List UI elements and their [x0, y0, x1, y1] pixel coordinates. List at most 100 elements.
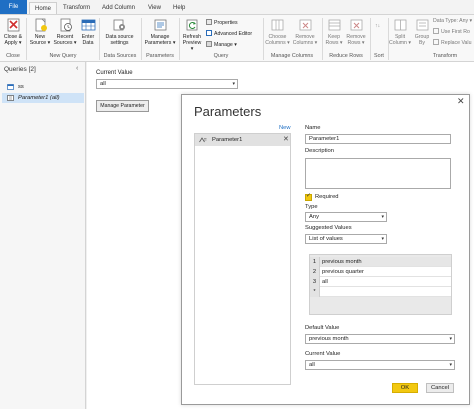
current-value-select[interactable]: all ▾	[96, 79, 238, 89]
parameter-list	[194, 133, 291, 385]
advanced-editor-icon	[206, 30, 212, 36]
group-by-button[interactable]: Group By	[413, 18, 431, 46]
sort-ascending-icon[interactable]: ↑↓	[375, 23, 380, 29]
current-value-label-dialog: Current Value	[305, 351, 341, 357]
choose-columns-icon	[270, 18, 285, 32]
group-by-icon	[415, 18, 430, 32]
type-select[interactable]: Any ▾	[305, 212, 387, 222]
enter-data-button[interactable]: Enter Data	[79, 18, 97, 46]
properties-icon	[206, 19, 212, 25]
new-source-icon	[33, 18, 48, 32]
split-column-button[interactable]: Split Column ▾	[389, 18, 411, 46]
refresh-icon	[185, 18, 200, 32]
tab-add-column[interactable]: Add Column	[97, 2, 140, 14]
close-icon[interactable]: ✕	[457, 96, 465, 107]
chevron-down-icon: ▾	[381, 214, 384, 220]
remove-rows-button[interactable]: Remove Rows ▾	[345, 18, 367, 46]
name-field[interactable]: Parameter1	[305, 134, 451, 144]
group-transform-label: Transform	[432, 53, 458, 59]
table-icon	[7, 84, 14, 90]
parameter-list-item[interactable]: Parameter1	[195, 134, 290, 146]
tab-home[interactable]: Home	[29, 2, 58, 14]
new-parameter-link[interactable]: New	[279, 125, 291, 131]
ribbon-separator	[26, 18, 27, 60]
recent-sources-button[interactable]: Recent Sources ▾	[53, 18, 77, 46]
advanced-editor-button[interactable]: Advanced Editor	[206, 30, 252, 37]
chevron-down-icon: ▾	[232, 81, 235, 87]
choose-columns-button[interactable]: Choose Columns ▾	[265, 18, 290, 46]
queries-pane: Queries [2] ‹ ss Parameter1 (all)	[0, 62, 86, 409]
tab-file[interactable]: File	[0, 0, 27, 14]
parameters-icon	[153, 18, 168, 32]
remove-columns-icon	[298, 18, 313, 32]
table-icon	[81, 18, 96, 32]
chevron-down-icon: ▾	[449, 362, 452, 368]
manage-parameters-button[interactable]: Manage Parameters ▾	[143, 18, 177, 46]
ok-button[interactable]: OK	[392, 383, 418, 393]
manage-icon	[206, 41, 212, 47]
group-query-label: Query	[213, 53, 229, 59]
cancel-button[interactable]: Cancel	[426, 383, 454, 393]
collapse-chevron-icon[interactable]: ‹	[76, 65, 78, 72]
data-source-settings-button[interactable]: Data source settings	[102, 18, 137, 46]
required-label: Required	[315, 194, 339, 200]
queries-header: Queries [2]	[4, 66, 36, 73]
tab-help[interactable]: Help	[168, 2, 190, 14]
remove-rows-icon	[349, 18, 364, 32]
ribbon-tab-bar: File Home Transform Add Column View Help	[0, 0, 474, 14]
split-column-icon	[393, 18, 408, 32]
description-label: Description	[305, 148, 334, 154]
manage-button[interactable]: Manage ▾	[206, 41, 237, 48]
name-label: Name	[305, 125, 321, 131]
group-sort-label: Sort	[374, 53, 384, 59]
use-first-row-icon	[433, 28, 439, 34]
group-data-sources-label: Data Sources	[103, 53, 137, 59]
properties-button[interactable]: Properties	[206, 19, 238, 26]
current-value-select-dialog[interactable]: all ▾	[305, 360, 455, 370]
new-source-button[interactable]: New Source ▾	[29, 18, 51, 46]
table-row[interactable]: 1 previous month	[310, 257, 451, 267]
current-value-label: Current Value	[96, 70, 133, 76]
group-manage-columns-label: Manage Columns	[270, 53, 314, 59]
manage-parameter-button[interactable]: Manage Parameter	[96, 100, 149, 112]
ribbon: Close & Apply ▾ Close New Source ▾ Recen…	[0, 14, 474, 62]
group-parameters-label: Parameters	[146, 53, 174, 59]
suggested-values-select[interactable]: List of values ▾	[305, 234, 387, 244]
query-item-parameter1[interactable]: Parameter1 (all)	[2, 93, 84, 103]
suggested-values-label: Suggested Values	[305, 225, 352, 231]
default-value-label: Default Value	[305, 325, 340, 331]
parameter-icon	[199, 137, 207, 143]
data-type-dropdown[interactable]: Data Type: Any ▾	[433, 18, 472, 24]
ribbon-separator	[141, 18, 142, 60]
table-row[interactable]: 3 all	[310, 277, 451, 287]
replace-values-icon	[433, 39, 439, 45]
parameter-icon	[7, 95, 14, 101]
default-value-select[interactable]: previous month ▾	[305, 334, 455, 344]
recent-sources-icon	[58, 18, 73, 32]
gear-icon	[112, 18, 127, 32]
chevron-down-icon: ▾	[449, 336, 452, 342]
tab-transform[interactable]: Transform	[58, 2, 95, 14]
group-new-query-label: New Query	[49, 53, 77, 59]
group-close-label: Close	[6, 53, 20, 59]
use-first-row-button[interactable]: Use First Ro	[433, 28, 470, 35]
group-reduce-rows-label: Reduce Rows	[329, 53, 363, 59]
remove-columns-button[interactable]: Remove Columns ▾	[292, 18, 318, 46]
tab-view[interactable]: View	[143, 2, 166, 14]
ribbon-separator	[99, 18, 100, 60]
description-field[interactable]	[305, 158, 451, 189]
remove-parameter-icon[interactable]: ✕	[283, 134, 289, 146]
table-row-new[interactable]: *	[310, 287, 451, 297]
dialog-title: Parameters	[194, 104, 262, 119]
close-apply-icon	[6, 18, 21, 32]
checkmark-icon: ✓	[306, 193, 312, 199]
table-row[interactable]: 2 previous quarter	[310, 267, 451, 277]
ribbon-separator	[179, 18, 180, 60]
query-item-ss[interactable]: ss	[2, 82, 84, 92]
keep-rows-icon	[327, 18, 342, 32]
replace-values-button[interactable]: Replace Valu	[433, 39, 471, 46]
keep-rows-button[interactable]: Keep Rows ▾	[324, 18, 344, 46]
close-apply-button[interactable]: Close & Apply ▾	[2, 18, 24, 46]
refresh-preview-button[interactable]: Refresh Preview ▾	[181, 18, 203, 52]
chevron-down-icon: ▾	[381, 236, 384, 242]
